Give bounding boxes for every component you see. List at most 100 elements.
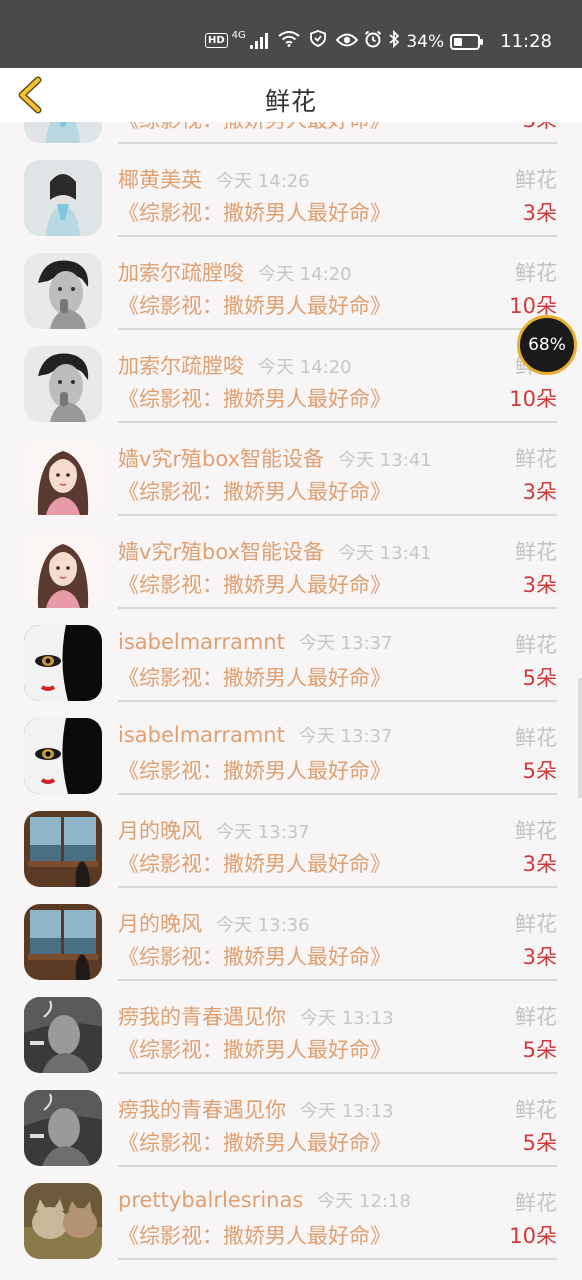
gift-type: 鲜花 (515, 447, 557, 471)
avatar[interactable] (24, 718, 102, 794)
divider (118, 328, 557, 330)
divider (118, 700, 557, 702)
user-name[interactable]: prettybalrlesrinas 今天 12:18 (118, 1187, 411, 1213)
avatar[interactable] (24, 160, 102, 236)
list-item[interactable]: 嫱v究r殖box智能设备 今天 13:41 鲜花《综影视：撒娇男人最好命》 3朵 (0, 429, 582, 522)
user-name-text[interactable]: 嫱v究r殖box智能设备 (118, 540, 324, 564)
gift-type: 鲜花 (515, 540, 557, 564)
list-item[interactable]: 痨我的青春遇见你 今天 13:13 鲜花 《综影视：撒娇男人最好命》 5朵 (0, 1080, 582, 1173)
timestamp: 今天 14:20 (258, 264, 352, 285)
bluetooth-icon (388, 29, 400, 53)
timestamp: 今天 13:37 (298, 726, 393, 747)
avatar[interactable] (24, 625, 102, 701)
timestamp: 今天 13:41 (338, 543, 432, 564)
user-name[interactable]: 嫱v究r殖box智能设备 今天 13:41 (118, 536, 432, 566)
user-name-text[interactable]: 痨我的青春遇见你 (118, 1005, 286, 1029)
divider (118, 142, 557, 144)
flower-count: 3朵 (522, 852, 557, 876)
user-name-text[interactable]: 椰黄美英 (118, 168, 202, 192)
divider (118, 886, 557, 888)
timestamp: 今天 13:13 (300, 1008, 394, 1029)
book-title[interactable]: 《综影视：撒娇男人最好命》 (118, 569, 391, 599)
status-bar: HD 4G 34% 11:28 (0, 0, 582, 68)
page-title: 鲜花 (264, 87, 317, 116)
user-name[interactable]: 椰黄美英 今天 14:26 (118, 164, 310, 194)
user-name-text[interactable]: 痨我的青春遇见你 (118, 1098, 286, 1122)
user-name-text[interactable]: 月的晚风 (118, 912, 202, 936)
network-type: 4G (231, 30, 246, 41)
list-item[interactable]: 椰黄美英今天 14:26鲜花《综影视：撒娇男人最好命》3朵 (0, 150, 582, 243)
book-title[interactable]: 《综影视：撒娇男人最好命》 (118, 383, 391, 413)
book-title[interactable]: 《综影视：撒娇男人最好命》 (118, 1220, 391, 1250)
user-name-text[interactable]: 加索尔疏膛唆 (118, 261, 244, 285)
gift-type: 鲜花 (515, 168, 557, 192)
gift-type: 鲜花 (515, 261, 557, 285)
user-name-text[interactable]: 月的晚风 (118, 819, 202, 843)
list-item[interactable]: 月的晚风 今天 13:36 鲜花 《综影视：撒娇男人最好命》 3朵 (0, 894, 582, 987)
avatar[interactable] (24, 1090, 102, 1166)
book-title[interactable]: 《综影视：撒娇男人最好命》 (118, 122, 391, 134)
user-name-text[interactable]: isabelmarramnt (118, 723, 285, 747)
flower-count: 3朵 (522, 480, 557, 504)
divider (118, 1165, 557, 1167)
list-item[interactable]: isabelmarramnt 今天 13:37 鲜花 《综影视：撒娇男人最好命》 5朵 (0, 708, 582, 801)
user-name-text[interactable]: prettybalrlesrinas (118, 1188, 303, 1212)
book-title[interactable]: 《综影视：撒娇男人最好命》 (118, 941, 391, 971)
list-item[interactable]: 加索尔疏膛唆今天 14:20鲜花《综影视：撒娇男人最好命》10朵 (0, 336, 582, 429)
flower-count: 3朵 (522, 945, 557, 969)
book-title[interactable]: 《综影视：撒娇男人最好命》 (118, 290, 391, 320)
user-name[interactable]: 月的晚风 今天 13:37 (118, 815, 310, 845)
user-name-text[interactable]: 嫱v究r殖box智能设备 (118, 447, 324, 471)
avatar[interactable] (24, 1183, 102, 1259)
shield-icon (309, 30, 326, 51)
user-name-text[interactable]: isabelmarramnt (118, 630, 285, 654)
book-title[interactable]: 《综影视：撒娇男人最好命》 (118, 1034, 391, 1064)
divider (118, 235, 557, 237)
speed-badge-value: 68% (528, 335, 566, 355)
gift-type: 鲜花 (515, 1191, 557, 1215)
book-title[interactable]: 《综影视：撒娇男人最好命》 (118, 476, 391, 506)
user-name[interactable]: 加索尔疏膛唆 今天 14:20 (118, 350, 352, 380)
user-name[interactable]: 嫱v究r殖box智能设备 今天 13:41 (118, 443, 432, 473)
list-item[interactable]: isabelmarramnt 今天 13:37 鲜花 《综影视：撒娇男人最好命》 5朵 (0, 615, 582, 708)
alarm-icon (364, 30, 382, 53)
avatar[interactable] (24, 439, 102, 515)
book-title[interactable]: 《综影视：撒娇男人最好命》 (118, 755, 391, 785)
list-item[interactable]: 月的晚风 今天 13:37 鲜花 《综影视：撒娇男人最好命》 3朵 (0, 801, 582, 894)
gift-type: 鲜花 (515, 1098, 557, 1122)
gift-type: 鲜花 (515, 726, 557, 750)
avatar[interactable] (24, 346, 102, 422)
scrollbar[interactable] (578, 678, 582, 798)
user-name-text[interactable]: 加索尔疏膛唆 (118, 354, 244, 378)
gift-type: 鲜花 (515, 633, 557, 657)
user-name[interactable]: 月的晚风 今天 13:36 (118, 908, 310, 938)
battery-percent: 34% (406, 31, 445, 52)
user-name[interactable]: isabelmarramnt 今天 13:37 (118, 722, 392, 748)
speed-badge[interactable]: 68% (517, 315, 577, 375)
avatar[interactable] (24, 253, 102, 329)
list-item[interactable]: prettybalrlesrinas 今天 12:18 鲜花《综影视：撒娇男人最好命… (0, 1173, 582, 1266)
user-name[interactable]: isabelmarramnt 今天 13:37 (118, 629, 392, 655)
signal-icon (249, 32, 268, 49)
list-item[interactable]: 嫱v究r殖box智能设备 今天 13:41 鲜花 《综影视：撒娇男人最好命》 3朵 (0, 522, 582, 615)
avatar[interactable] (24, 997, 102, 1073)
avatar[interactable] (24, 532, 102, 608)
avatar[interactable] (24, 122, 102, 143)
user-name[interactable]: 加索尔疏膛唆 今天 14:20 (118, 257, 352, 287)
timestamp: 今天 14:20 (258, 357, 352, 378)
divider (118, 1072, 557, 1074)
avatar[interactable] (24, 904, 102, 980)
list-item[interactable]: 痨我的青春遇见你 今天 13:13 鲜花 《综影视：撒娇男人最好命》 5朵 (0, 987, 582, 1080)
flower-record-list[interactable]: 椰黄美英今天 14:26鲜花《综影视：撒娇男人最好命》3朵椰黄美英今天 14:2… (0, 122, 582, 1280)
divider (118, 793, 557, 795)
book-title[interactable]: 《综影视：撒娇男人最好命》 (118, 662, 391, 692)
book-title[interactable]: 《综影视：撒娇男人最好命》 (118, 848, 391, 878)
list-item[interactable]: 加索尔疏膛唆今天 14:20鲜花《综影视：撒娇男人最好命》10朵 (0, 243, 582, 336)
avatar[interactable] (24, 811, 102, 887)
user-name[interactable]: 痨我的青春遇见你 今天 13:13 (118, 1001, 394, 1031)
flower-count: 10朵 (509, 387, 557, 411)
list-item[interactable]: 椰黄美英今天 14:26鲜花《综影视：撒娇男人最好命》3朵 (0, 122, 582, 150)
book-title[interactable]: 《综影视：撒娇男人最好命》 (118, 197, 391, 227)
book-title[interactable]: 《综影视：撒娇男人最好命》 (118, 1127, 391, 1157)
user-name[interactable]: 痨我的青春遇见你 今天 13:13 (118, 1094, 394, 1124)
